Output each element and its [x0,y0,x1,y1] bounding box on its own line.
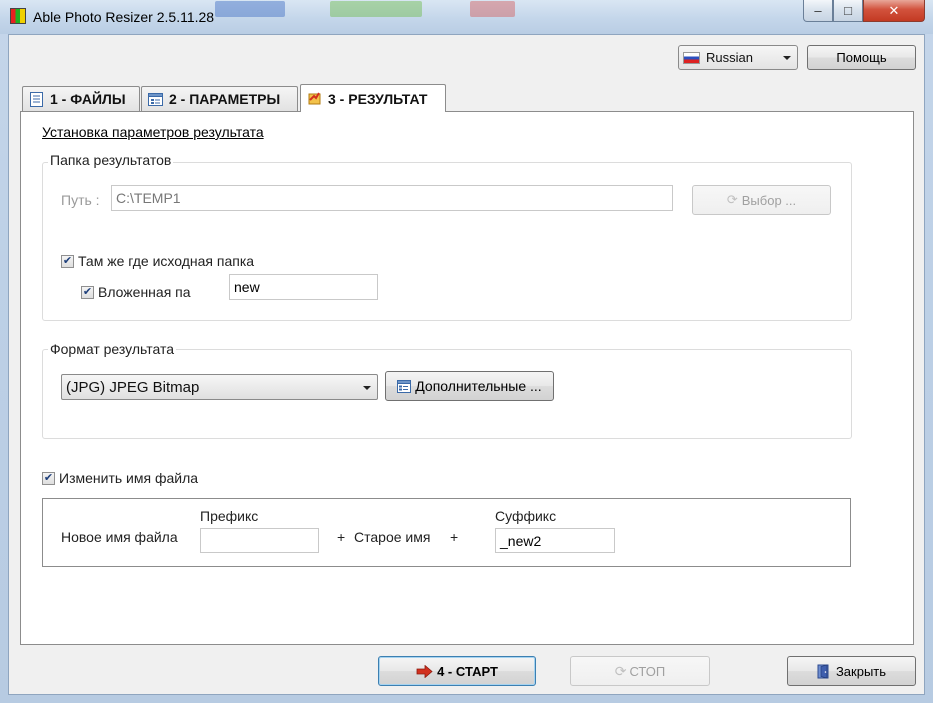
subfolder-label: Вложенная па [98,284,191,300]
suffix-input[interactable]: _new2 [495,528,615,553]
prefix-input[interactable] [200,528,319,553]
browse-button-label: Выбор ... [741,192,797,208]
path-input[interactable]: C:\TEMP1 [111,185,673,211]
stop-button-label: СТОП [629,663,666,679]
advanced-options-label: Дополнительные ... [415,378,542,394]
start-button[interactable]: 4 - СТАРТ [378,656,536,686]
same-as-source-label: Там же где исходная папка [78,253,255,269]
tab-files-label: 1 - ФАЙЛЫ [50,91,126,107]
new-name-label: Новое имя файла [61,529,178,545]
output-format-select[interactable]: (JPG) JPEG Bitmap [61,374,378,400]
window-title: Able Photo Resizer 2.5.11.28 [33,9,215,25]
app-icon [10,8,26,24]
stop-button[interactable]: ⟳ СТОП [570,656,710,686]
tab-parameters[interactable]: 2 - ПАРАМЕТРЫ [141,86,298,111]
russia-flag-icon [683,51,700,64]
subfolder-checkbox[interactable]: ✔ [81,286,94,299]
settings-form-icon [148,92,163,106]
folder-browse-icon: ⟳ [726,192,738,207]
background-window-ghost [470,1,515,17]
exit-button[interactable]: Закрыть [787,656,916,686]
advanced-options-button[interactable]: Дополнительные ... [385,371,554,401]
rename-label: Изменить имя файла [59,470,199,486]
background-window-ghost [215,1,285,17]
chevron-down-icon [783,56,791,60]
stop-refresh-icon: ⟳ [614,662,627,679]
maximize-button[interactable]: □ [833,0,863,22]
file-list-icon [30,91,43,107]
language-value: Russian [706,50,753,65]
rename-checkbox[interactable]: ✔ [42,472,55,485]
result-output-icon [308,92,321,105]
tab-parameters-label: 2 - ПАРАМЕТРЫ [169,91,281,107]
section-title: Установка параметров результата [42,124,264,140]
subfolder-input[interactable]: new [229,274,378,300]
output-format-value: (JPG) JPEG Bitmap [66,378,200,396]
output-format-group-label: Формат результата [48,341,176,357]
background-window-ghost [330,1,422,17]
start-button-label: 4 - СТАРТ [437,663,498,679]
old-name-label: Старое имя [354,529,431,545]
door-exit-icon [817,664,829,678]
output-folder-group-label: Папка результатов [48,152,174,168]
chevron-down-icon [363,386,371,390]
tab-result[interactable]: 3 - РЕЗУЛЬТАТ [300,84,446,112]
settings-form-icon [397,379,412,393]
same-as-source-checkbox[interactable]: ✔ [61,255,74,268]
browse-button[interactable]: ⟳ Выбор ... [692,185,831,215]
minimize-button[interactable]: – [803,0,833,22]
plus-sign: + [337,529,346,545]
close-window-button[interactable]: ✕ [863,0,925,22]
exit-button-label: Закрыть [835,663,887,679]
prefix-label: Префикс [200,508,259,524]
path-label: Путь : [61,192,100,208]
plus-sign: + [450,529,459,545]
suffix-label: Суффикс [495,508,557,524]
help-button[interactable]: Помощь [807,45,916,70]
tab-files[interactable]: 1 - ФАЙЛЫ [22,86,140,111]
tab-result-label: 3 - РЕЗУЛЬТАТ [328,90,428,107]
language-select[interactable]: Russian [678,45,798,70]
arrow-right-icon [416,664,433,678]
